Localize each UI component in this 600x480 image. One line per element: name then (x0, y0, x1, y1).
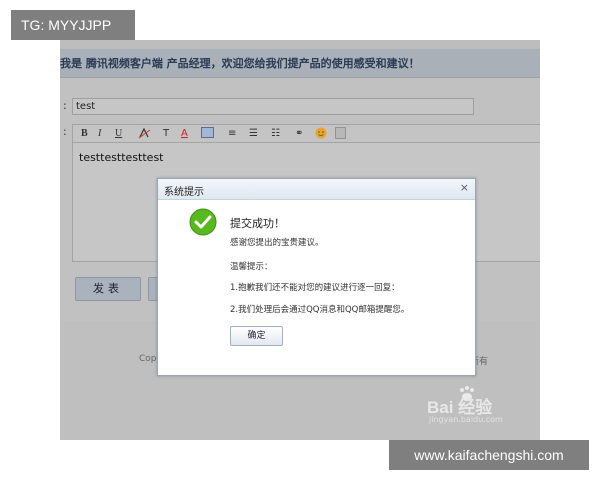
system-dialog: 系统提示 × 提交成功！ 感谢您提出的宝贵建议。 温馨提示： 1.抱歉我们还不能… (157, 178, 476, 376)
bullet-list-icon[interactable]: ☰ (249, 127, 258, 141)
thanks-text: 感谢您提出的宝贵建议。 (230, 238, 324, 248)
tip-line-1: 1.抱歉我们还不能对您的建议进行逐一回复： (230, 283, 400, 293)
title-colon: : (63, 99, 67, 112)
dialog-titlebar: 系统提示 × (158, 179, 475, 200)
footer-copyright-left: Cop (139, 354, 157, 364)
align-icon[interactable]: ≡ (228, 127, 236, 141)
tip-title: 温馨提示： (230, 262, 273, 272)
link-icon[interactable]: ⚭ (295, 127, 303, 141)
italic-icon[interactable]: I (98, 127, 101, 141)
editor-text: testtesttesttest (79, 151, 164, 164)
title-input[interactable]: test (72, 98, 474, 115)
header-text: 我是 腾讯视频客户端 产品经理，欢迎您给我们提产品的使用感受和建议！ (60, 57, 420, 70)
baidu-watermark-url: jingyan.baidu.com (429, 415, 503, 424)
numbered-list-icon[interactable]: ☷ (271, 127, 280, 141)
dialog-title: 系统提示 (164, 187, 204, 198)
underline-icon[interactable]: U (115, 127, 122, 141)
screenshot-area: 我是 腾讯视频客户端 产品经理，欢迎您给我们提产品的使用感受和建议！ : tes… (60, 40, 540, 440)
check-icon (189, 208, 217, 236)
font-size-icon[interactable]: T (163, 127, 169, 141)
close-icon[interactable]: × (460, 182, 469, 194)
text-color-icon[interactable]: A (181, 127, 188, 141)
highlight-icon[interactable] (201, 127, 214, 143)
content-colon: : (63, 125, 67, 138)
page-header: 我是 腾讯视频客户端 产品经理，欢迎您给我们提产品的使用感受和建议！ (60, 49, 540, 78)
editor-toolbar: B I U T A ≡ ☰ ☷ ⚭ (72, 124, 540, 143)
tg-tag: TG: MYYJJPP (11, 10, 135, 40)
tip-line-2: 2.我们处理后会通过QQ消息和QQ邮箱提醒您。 (230, 305, 410, 315)
bold-icon[interactable]: B (81, 127, 88, 141)
success-title: 提交成功！ (230, 217, 285, 230)
ok-button[interactable]: 确定 (230, 326, 283, 346)
site-tag: www.kaifachengshi.com (389, 440, 589, 470)
post-button[interactable]: 发表 (75, 277, 141, 301)
